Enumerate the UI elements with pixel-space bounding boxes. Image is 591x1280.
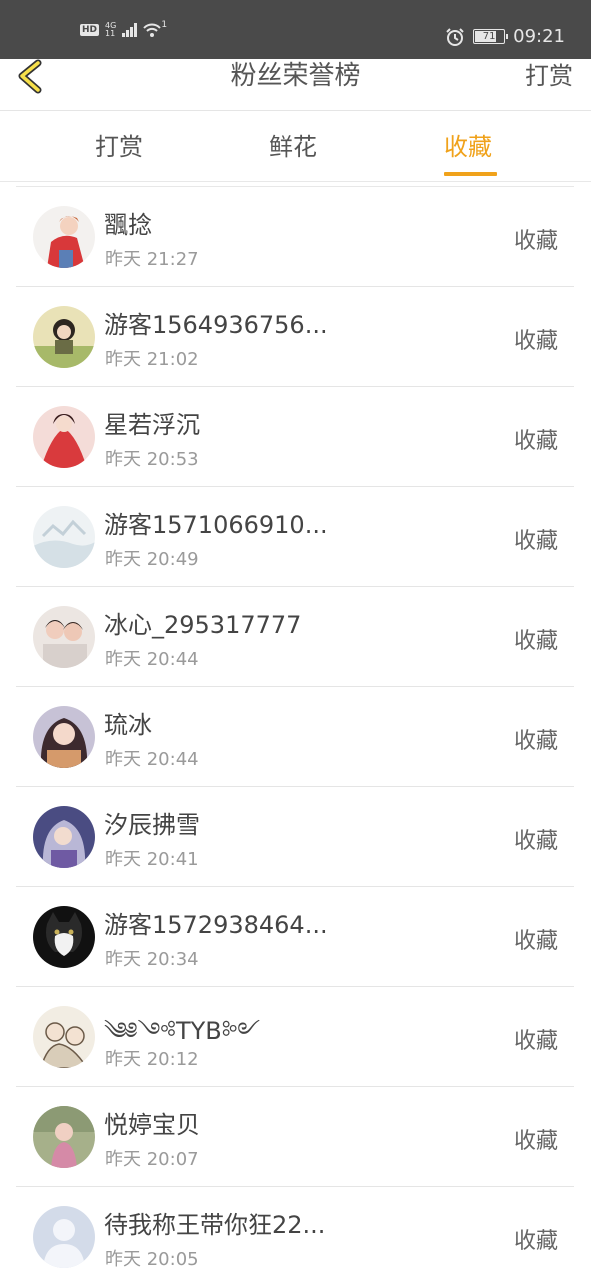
list-item[interactable]: 汐辰拂雪 昨天 20:41 收藏 — [16, 787, 574, 887]
list-item[interactable]: 冰心_295317777 昨天 20:44 收藏 — [16, 587, 574, 687]
active-tab-indicator — [444, 172, 497, 176]
fan-name: 琉冰 — [104, 711, 152, 739]
fan-time: 昨天 20:53 — [105, 449, 199, 470]
avatar — [33, 1006, 95, 1068]
list-item[interactable]: 游客1564936756... 昨天 21:02 收藏 — [16, 287, 574, 387]
action-label: 收藏 — [513, 929, 558, 954]
page-title: 粉丝荣誉榜 — [230, 61, 361, 91]
status-right: 71 09:21 — [445, 26, 565, 47]
fan-name: 待我称王带你狂22... — [104, 1211, 326, 1239]
tab-bar: 打赏 鲜花 收藏 — [0, 112, 591, 182]
nav-bar: 粉丝荣誉榜 打赏 — [0, 59, 591, 111]
list-item[interactable]: 游客1571066910... 昨天 20:49 收藏 — [16, 487, 574, 587]
alarm-icon — [446, 27, 464, 46]
wifi-superscript: 1 — [161, 20, 168, 30]
fan-name: 游客1571066910... — [104, 511, 328, 539]
avatar — [33, 606, 95, 668]
avatar — [33, 706, 95, 768]
tab-favorites[interactable]: 收藏 — [444, 130, 492, 164]
avatar — [33, 506, 95, 568]
fan-time: 昨天 21:27 — [105, 249, 199, 270]
fan-name: 汐辰拂雪 — [104, 811, 200, 839]
list-item[interactable]: ༄༅༺TYB༻ 昨天 20:12 收藏 — [16, 987, 574, 1087]
status-left: HD 4G 11 1 — [80, 20, 168, 38]
action-label: 收藏 — [513, 1129, 558, 1154]
fan-list: 飁捻 昨天 21:27 收藏 游客1564936756... 昨天 21:02 … — [16, 186, 574, 1280]
avatar — [33, 906, 95, 968]
fan-name: 游客1572938464... — [104, 911, 328, 939]
fan-time: 昨天 20:12 — [105, 1049, 199, 1070]
fan-time: 昨天 20:49 — [105, 549, 199, 570]
action-label: 收藏 — [513, 629, 558, 654]
tab-flowers[interactable]: 鲜花 — [269, 130, 317, 164]
fan-name: 星若浮沉 — [104, 411, 200, 439]
action-label: 收藏 — [513, 329, 558, 354]
fan-time: 昨天 20:44 — [105, 649, 199, 670]
wifi-icon — [143, 23, 162, 37]
network-type: 4G 11 — [105, 22, 116, 38]
avatar — [33, 406, 95, 468]
fan-time: 昨天 20:41 — [105, 849, 199, 870]
hd-badge: HD — [80, 24, 100, 36]
avatar — [33, 1206, 95, 1268]
avatar — [33, 1106, 95, 1168]
avatar — [33, 806, 95, 868]
avatar — [33, 206, 95, 268]
tab-reward[interactable]: 打赏 — [95, 130, 143, 164]
status-bar: HD 4G 11 1 71 09:21 — [0, 0, 591, 59]
battery-icon: 71 — [473, 29, 509, 44]
list-item[interactable]: 星若浮沉 昨天 20:53 收藏 — [16, 387, 574, 487]
reward-button[interactable]: 打赏 — [525, 59, 573, 93]
fan-time: 昨天 20:07 — [105, 1149, 199, 1170]
fan-name: 飁捻 — [104, 211, 152, 239]
action-label: 收藏 — [513, 1029, 558, 1054]
network-sub-label: 11 — [105, 29, 116, 38]
action-label: 收藏 — [513, 429, 558, 454]
fan-name: 悦婷宝贝 — [104, 1111, 200, 1139]
list-item[interactable]: 悦婷宝贝 昨天 20:07 收藏 — [16, 1087, 574, 1187]
signal-icon — [122, 23, 138, 37]
action-label: 收藏 — [513, 729, 558, 754]
battery-level: 71 — [482, 31, 496, 42]
fan-time: 昨天 21:02 — [105, 349, 199, 370]
fan-name: 冰心_295317777 — [104, 611, 302, 639]
list-item[interactable]: 飁捻 昨天 21:27 收藏 — [16, 187, 574, 287]
avatar — [33, 306, 95, 368]
list-item[interactable]: 琉冰 昨天 20:44 收藏 — [16, 687, 574, 787]
list-item[interactable]: 游客1572938464... 昨天 20:34 收藏 — [16, 887, 574, 987]
fan-time: 昨天 20:05 — [105, 1249, 199, 1270]
fan-time: 昨天 20:44 — [105, 749, 199, 770]
status-time: 09:21 — [513, 26, 565, 47]
fan-name: 游客1564936756... — [104, 311, 328, 339]
action-label: 收藏 — [513, 229, 558, 254]
action-label: 收藏 — [513, 1229, 558, 1254]
action-label: 收藏 — [513, 829, 558, 854]
fan-time: 昨天 20:34 — [105, 949, 199, 970]
list-item[interactable]: 待我称王带你狂22... 昨天 20:05 收藏 — [16, 1187, 574, 1280]
action-label: 收藏 — [513, 529, 558, 554]
